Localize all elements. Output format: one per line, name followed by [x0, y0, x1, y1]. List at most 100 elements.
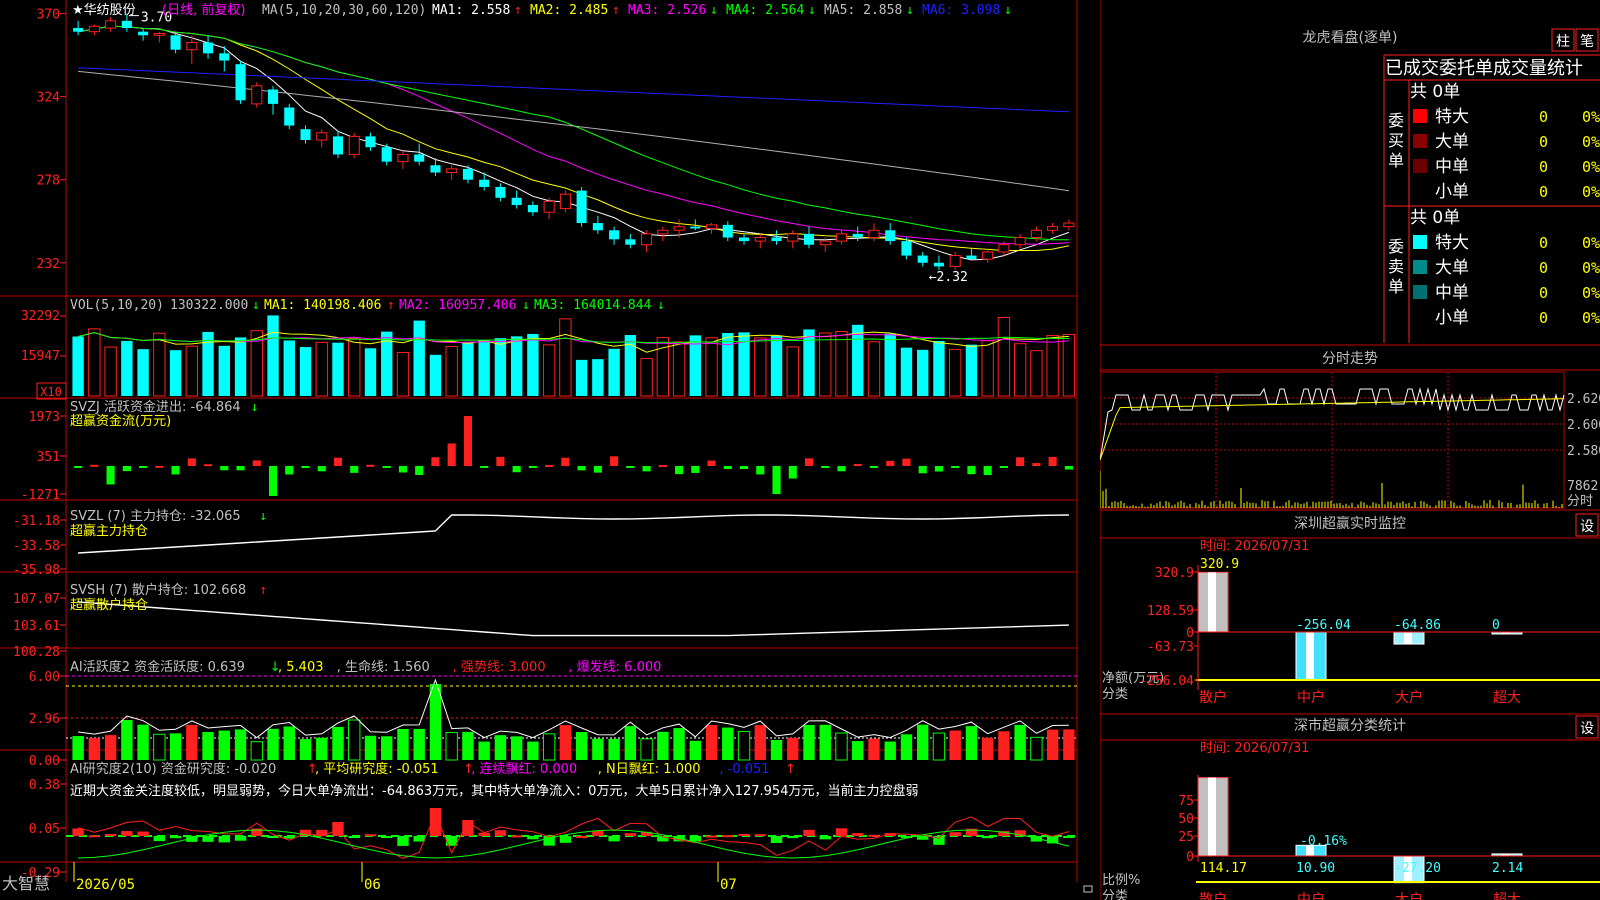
low-price-marker: ←2.32: [929, 270, 968, 285]
sz-class-bar-value: -27.20: [1394, 861, 1441, 876]
timeshare-axis-label: 2.620: [1567, 392, 1600, 407]
sz-monitor-bar-value: -64.86: [1394, 618, 1441, 633]
order-percent: 0%: [1582, 158, 1600, 176]
research-bar: [852, 833, 864, 836]
activity-bar-hollow: [445, 732, 458, 761]
candle-body-down: [430, 165, 441, 173]
volume-bar-up: [445, 346, 458, 397]
order-color-swatch: [1413, 285, 1427, 299]
activity-bar: [673, 728, 685, 760]
fund-flow-bar: [999, 466, 1008, 468]
volume-bar-up: [542, 344, 556, 397]
stock-chart-area[interactable]: 3703242782323.70←2.32★华纺股份 (日线, 前复权) MA(5,…: [0, 0, 1100, 900]
activity-bar: [218, 730, 230, 760]
volume-bar-down: [332, 342, 344, 396]
fund-flow-bar: [642, 466, 651, 472]
volume-arrow: ↓: [252, 298, 260, 313]
volume-arrow: ↓: [657, 298, 665, 313]
fund-flow-bar: [853, 463, 862, 466]
candle-body-up: [1063, 222, 1075, 228]
volume-bar-down: [722, 333, 734, 396]
fund-flow-bar: [285, 466, 294, 475]
activity-bar: [770, 739, 783, 760]
sz-class-settings-label: 设: [1580, 721, 1594, 737]
activity-bar-hollow: [737, 730, 751, 761]
volume-bar-down: [218, 345, 230, 396]
volume-bar-up: [348, 337, 361, 397]
ai-research-legend: , 平均研究度: -0.051: [315, 761, 439, 777]
volume-bar-up: [315, 341, 328, 397]
sz-class-title: 深市超赢分类统计: [1294, 717, 1406, 734]
research-bar: [819, 836, 831, 840]
activity-bar-hollow: [932, 732, 946, 761]
sell-orders-total: 共 0单: [1410, 208, 1460, 228]
ai-active-legend: , 爆发线: 6.000: [568, 659, 661, 675]
fund-flow-bar: [463, 416, 472, 466]
svzj-title: SVZJ 活跃资金进出: -64.864: [70, 399, 241, 415]
price-axis-label: 232: [37, 257, 60, 272]
research-bar: [624, 833, 637, 836]
activity-bar: [104, 735, 117, 760]
fund-flow-bar: [350, 466, 359, 473]
volume-bar-up: [949, 348, 962, 397]
volume-bar-down: [234, 337, 247, 396]
volume-bar-up: [754, 337, 767, 397]
volume-bar-up: [997, 316, 1011, 397]
price-axis-label: 370: [37, 8, 60, 23]
research-bar: [218, 836, 230, 843]
sz-class-axis-label: 75: [1178, 794, 1194, 809]
fund-flow-bar: [610, 456, 619, 466]
order-size-label: 中单: [1435, 283, 1469, 303]
svzl-axis-label: -33.58: [13, 539, 60, 554]
activity-bar: [72, 736, 84, 760]
candle-body-down: [527, 205, 538, 213]
volume-bar-down: [917, 349, 929, 396]
candle-body-down: [690, 226, 701, 229]
research-bar: [868, 834, 880, 837]
order-percent: 0%: [1582, 259, 1600, 277]
activity-bar-hollow: [835, 732, 848, 761]
activity-bar: [705, 724, 718, 760]
activity-bar: [608, 738, 620, 760]
research-bar: [88, 835, 101, 838]
svzj-arrow: ↓: [251, 400, 259, 415]
fund-flow-bar: [106, 466, 115, 485]
sz-monitor-settings-label: 设: [1580, 519, 1594, 535]
order-count: 0: [1539, 183, 1548, 201]
research-bar: [1063, 836, 1075, 838]
ai-research-description: 近期大资金关注度较低，明显弱势，今日大单净流出：-64.863万元，其中特大单净…: [70, 783, 918, 799]
sz-class-time: 时间: 2026/07/31: [1200, 741, 1309, 756]
order-count: 0: [1539, 259, 1548, 277]
fund-flow-bar: [739, 466, 749, 469]
ai-research-axis-label: 0.05: [29, 822, 60, 837]
candle-body-down: [722, 224, 733, 238]
sz-monitor-bar: [1393, 631, 1425, 645]
research-bar: [575, 835, 588, 838]
research-bar: [527, 836, 539, 840]
volume-bar-up: [88, 328, 101, 397]
candle-body-up: [251, 85, 263, 105]
candle-body-up: [543, 200, 555, 213]
sz-monitor-axis-label: -256.04: [1139, 674, 1194, 689]
ai-research-legend: , -0.051: [719, 762, 769, 777]
candle-body-down: [203, 42, 214, 54]
activity-bar: [283, 726, 295, 760]
activity-bar: [1063, 729, 1075, 760]
sz-class-category: 大户: [1395, 891, 1423, 900]
activity-bar: [852, 741, 864, 760]
sz-class-percent-label: -0.16%: [1300, 834, 1347, 849]
candle-body-down: [625, 239, 636, 245]
volume-bar-down: [933, 340, 945, 396]
activity-bar: [88, 738, 101, 760]
fund-flow-bar: [415, 466, 424, 475]
sz-class-bar-value: 114.17: [1200, 861, 1247, 876]
fund-flow-bar: [1048, 456, 1057, 466]
candle-body-down: [511, 197, 522, 205]
research-bar: [153, 836, 166, 842]
fund-flow-bar: [512, 466, 521, 473]
sz-class-axis-label: 50: [1178, 812, 1194, 827]
order-size-label: 大单: [1435, 258, 1469, 278]
buy-orders-label: 单: [1388, 151, 1404, 170]
volume-bar-down: [575, 359, 588, 396]
ai-research-legend: AI研究度2(10) 资金研究度: -0.020: [70, 761, 276, 777]
